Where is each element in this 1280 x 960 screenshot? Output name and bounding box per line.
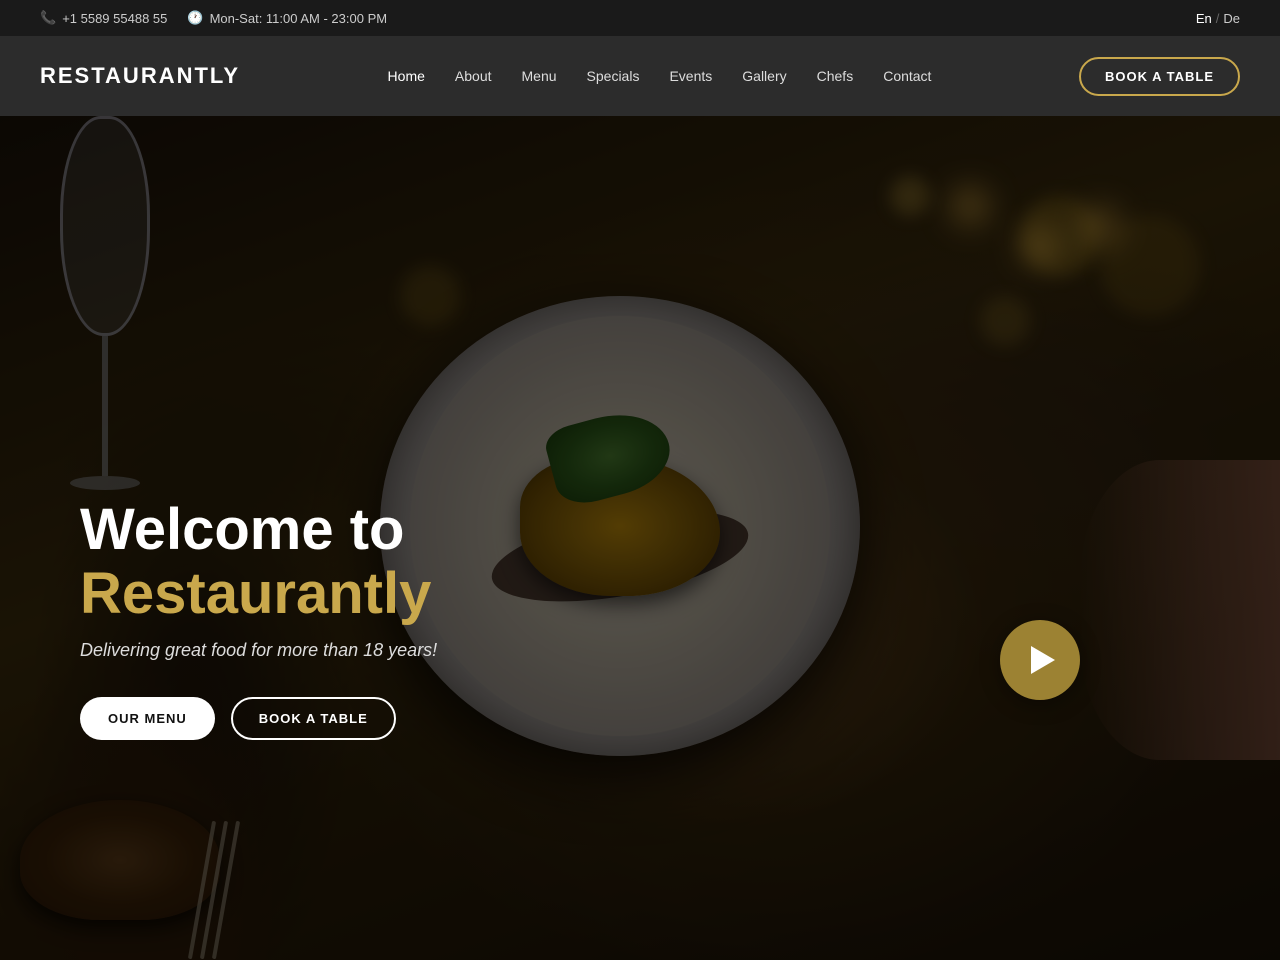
nav-item-menu[interactable]: Menu bbox=[508, 58, 571, 94]
lang-separator: / bbox=[1216, 11, 1220, 26]
hero-buttons: OUR MENU BOOK A TABLE bbox=[80, 697, 680, 740]
nav-link-specials[interactable]: Specials bbox=[573, 58, 654, 94]
language-switcher[interactable]: En / De bbox=[1196, 11, 1240, 26]
nav-item-specials[interactable]: Specials bbox=[573, 58, 654, 94]
nav-item-about[interactable]: About bbox=[441, 58, 506, 94]
business-hours: Mon-Sat: 11:00 AM - 23:00 PM bbox=[210, 11, 388, 26]
top-bar-left: 📞 +1 5589 55488 55 🕐 Mon-Sat: 11:00 AM -… bbox=[40, 10, 387, 26]
nav-link-about[interactable]: About bbox=[441, 58, 506, 94]
play-icon bbox=[1031, 646, 1055, 674]
nav-link-menu[interactable]: Menu bbox=[508, 58, 571, 94]
phone-info: 📞 +1 5589 55488 55 bbox=[40, 10, 167, 26]
nav-link-home[interactable]: Home bbox=[374, 58, 439, 94]
nav-link-events[interactable]: Events bbox=[655, 58, 726, 94]
nav-book-table-button[interactable]: BOOK A TABLE bbox=[1079, 57, 1240, 96]
hero-content: Welcome to Restaurantly Delivering great… bbox=[80, 498, 680, 740]
phone-number: +1 5589 55488 55 bbox=[62, 11, 167, 26]
hero-brand-name: Restaurantly bbox=[80, 561, 431, 626]
nav-item-contact[interactable]: Contact bbox=[869, 58, 945, 94]
phone-icon: 📞 bbox=[40, 10, 56, 26]
nav-links: Home About Menu Specials Events Gallery … bbox=[374, 58, 946, 94]
book-table-button[interactable]: BOOK A TABLE bbox=[231, 697, 396, 740]
nav-item-home[interactable]: Home bbox=[374, 58, 439, 94]
nav-link-contact[interactable]: Contact bbox=[869, 58, 945, 94]
nav-link-chefs[interactable]: Chefs bbox=[803, 58, 868, 94]
hero-section: Welcome to Restaurantly Delivering great… bbox=[0, 116, 1280, 960]
lang-de[interactable]: De bbox=[1223, 11, 1240, 26]
nav-link-gallery[interactable]: Gallery bbox=[728, 58, 800, 94]
our-menu-button[interactable]: OUR MENU bbox=[80, 697, 215, 740]
play-video-button[interactable] bbox=[1000, 620, 1080, 700]
brand-logo[interactable]: RESTAURANTLY bbox=[40, 63, 240, 89]
hero-title-prefix: Welcome to bbox=[80, 497, 404, 562]
nav-item-events[interactable]: Events bbox=[655, 58, 726, 94]
lang-en[interactable]: En bbox=[1196, 11, 1212, 26]
nav-item-chefs[interactable]: Chefs bbox=[803, 58, 868, 94]
nav-item-gallery[interactable]: Gallery bbox=[728, 58, 800, 94]
top-bar: 📞 +1 5589 55488 55 🕐 Mon-Sat: 11:00 AM -… bbox=[0, 0, 1280, 36]
navbar: RESTAURANTLY Home About Menu Specials Ev… bbox=[0, 36, 1280, 116]
clock-icon: 🕐 bbox=[187, 10, 203, 26]
hero-title: Welcome to Restaurantly bbox=[80, 498, 680, 626]
hero-subtitle: Delivering great food for more than 18 y… bbox=[80, 640, 680, 661]
hours-info: 🕐 Mon-Sat: 11:00 AM - 23:00 PM bbox=[187, 10, 387, 26]
